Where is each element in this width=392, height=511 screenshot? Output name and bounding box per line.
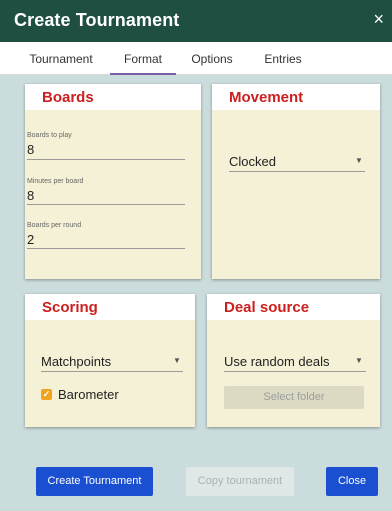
boards-card-header: Boards bbox=[25, 84, 201, 110]
movement-select-underline bbox=[229, 171, 365, 172]
close-button[interactable]: Close bbox=[326, 467, 378, 496]
barometer-checkbox[interactable]: ✓ bbox=[41, 389, 52, 400]
select-folder-button[interactable]: Select folder bbox=[224, 386, 364, 409]
tab-bar: Tournament Format Options Entries bbox=[0, 42, 392, 75]
boards-per-round-underline bbox=[27, 248, 185, 249]
deal-source-card-header: Deal source bbox=[207, 294, 380, 320]
minutes-per-board-label: Minutes per board bbox=[27, 178, 84, 185]
tab-options[interactable]: Options bbox=[186, 42, 238, 75]
scoring-card: Scoring Matchpoints ▼ ✓ Barometer bbox=[25, 294, 195, 427]
scoring-card-header: Scoring bbox=[25, 294, 195, 320]
movement-select[interactable]: Clocked bbox=[229, 154, 276, 169]
caret-down-icon[interactable]: ▼ bbox=[173, 356, 181, 365]
scoring-select-underline bbox=[41, 371, 183, 372]
movement-card-title: Movement bbox=[229, 89, 304, 106]
scoring-card-title: Scoring bbox=[42, 299, 98, 316]
boards-per-round-value[interactable]: 2 bbox=[27, 232, 34, 247]
tab-entries[interactable]: Entries bbox=[256, 42, 310, 75]
boards-to-play-value[interactable]: 8 bbox=[27, 142, 34, 157]
deal-source-select-underline bbox=[224, 371, 366, 372]
deal-source-card: Deal source Use random deals ▼ Select fo… bbox=[207, 294, 380, 427]
create-tournament-button[interactable]: Create Tournament bbox=[36, 467, 153, 496]
tab-tournament[interactable]: Tournament bbox=[18, 42, 104, 75]
format-content: Boards Boards to play 8 Minutes per boar… bbox=[0, 75, 392, 452]
boards-card-title: Boards bbox=[42, 89, 94, 106]
caret-down-icon[interactable]: ▼ bbox=[355, 156, 363, 165]
boards-per-round-label: Boards per round bbox=[27, 222, 82, 229]
barometer-label[interactable]: Barometer bbox=[58, 387, 119, 402]
boards-to-play-label: Boards to play bbox=[27, 132, 72, 139]
boards-card: Boards Boards to play 8 Minutes per boar… bbox=[25, 84, 201, 279]
minutes-per-board-value[interactable]: 8 bbox=[27, 188, 34, 203]
deal-source-select[interactable]: Use random deals bbox=[224, 354, 330, 369]
dialog-title: Create Tournament bbox=[14, 10, 180, 30]
dialog-footer: Create Tournament Copy tournament Close bbox=[0, 452, 392, 511]
copy-tournament-button[interactable]: Copy tournament bbox=[186, 467, 294, 496]
movement-card: Movement Clocked ▼ bbox=[212, 84, 380, 279]
movement-card-header: Movement bbox=[212, 84, 380, 110]
title-bar: Create Tournament × bbox=[0, 0, 392, 42]
boards-to-play-underline bbox=[27, 159, 185, 160]
minutes-per-board-underline bbox=[27, 204, 185, 205]
scoring-select[interactable]: Matchpoints bbox=[41, 354, 111, 369]
caret-down-icon[interactable]: ▼ bbox=[355, 356, 363, 365]
tab-format[interactable]: Format bbox=[110, 42, 176, 75]
deal-source-card-title: Deal source bbox=[224, 299, 310, 316]
close-icon[interactable]: × bbox=[373, 9, 384, 29]
